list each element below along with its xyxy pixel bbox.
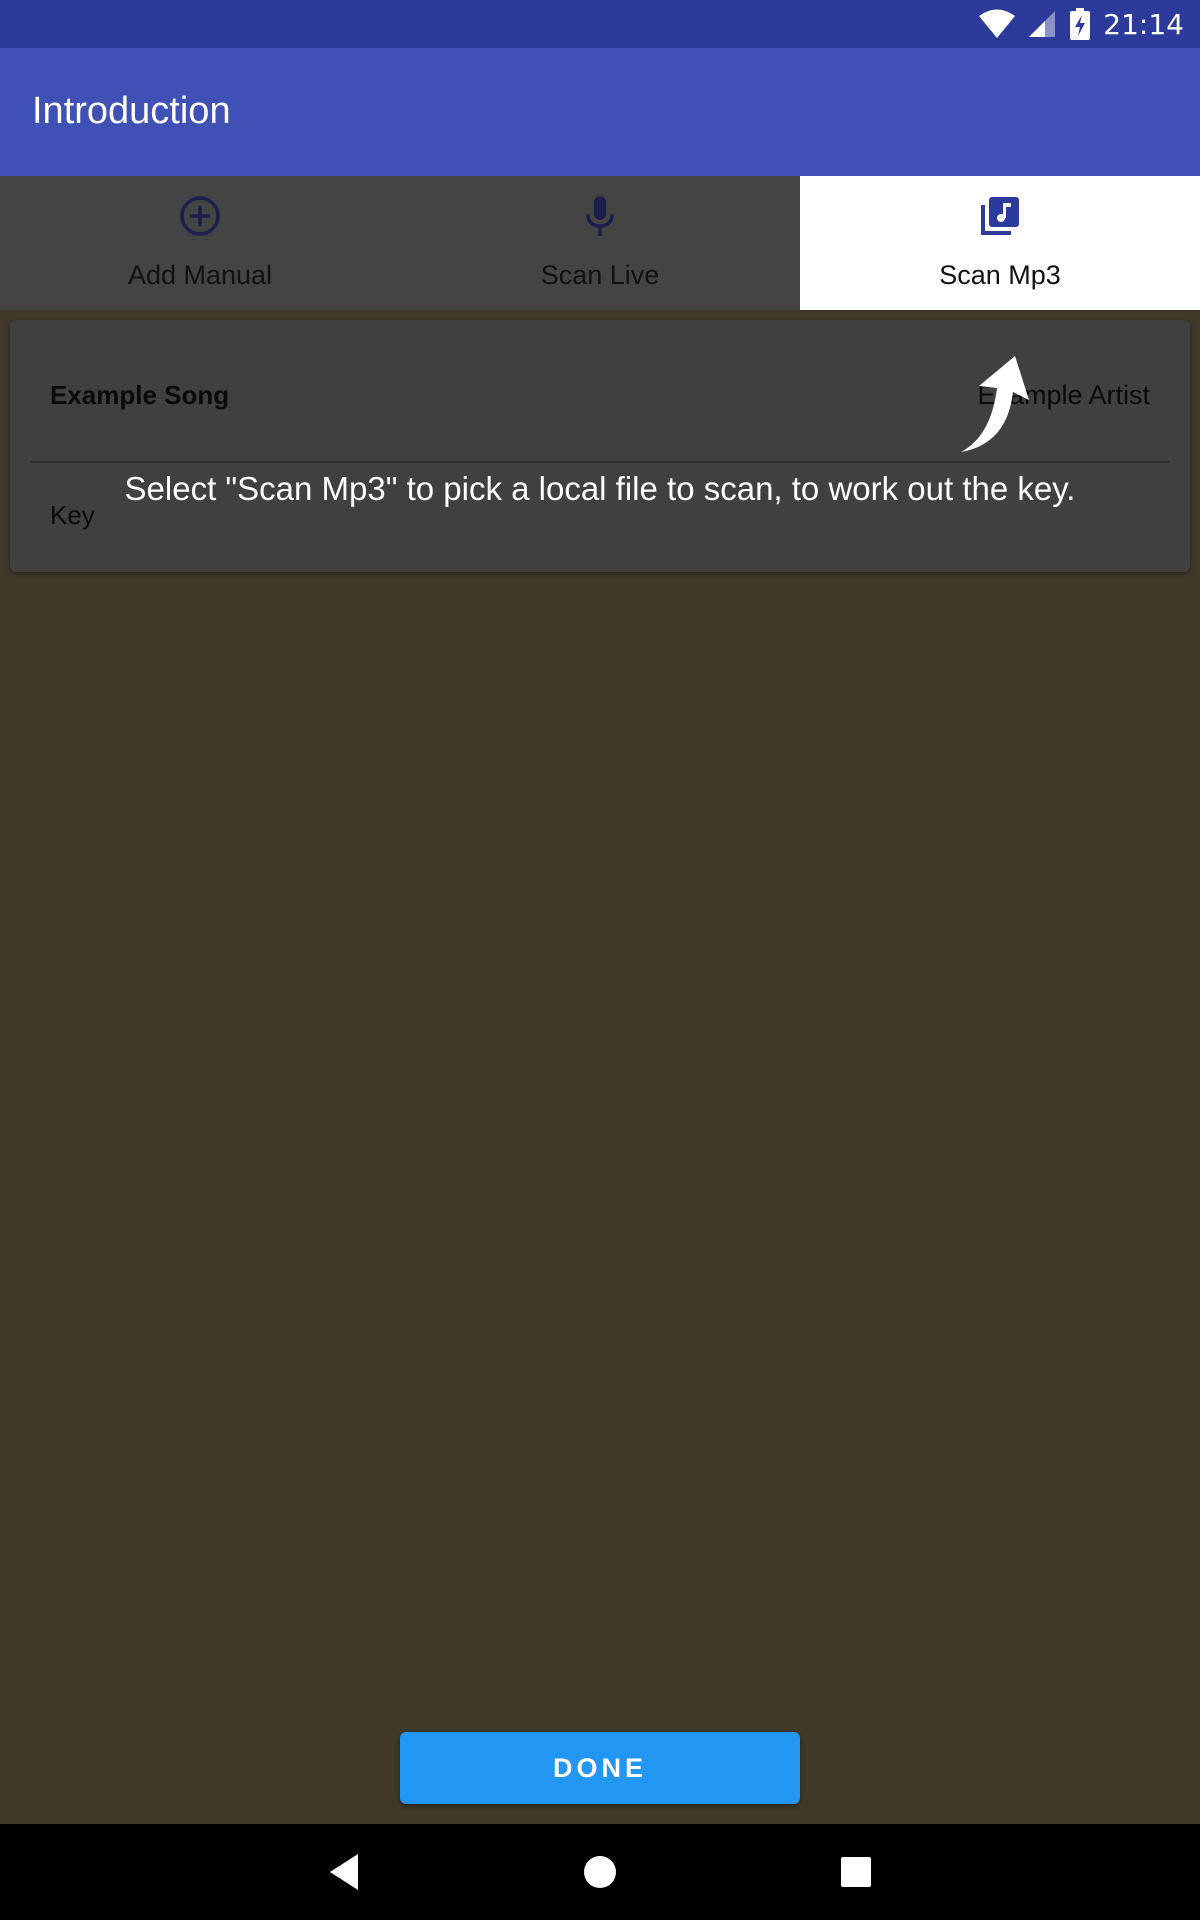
- tab-label: Scan Mp3: [939, 260, 1061, 290]
- status-bar: 21:14: [0, 0, 1200, 48]
- microphone-icon: [586, 196, 614, 236]
- wifi-icon: [979, 9, 1016, 38]
- done-button[interactable]: DONE: [400, 1732, 800, 1804]
- card-divider: [30, 461, 1170, 463]
- app-bar: Introduction: [0, 48, 1200, 176]
- status-icons: 21:14: [979, 0, 1184, 48]
- tutorial-tooltip: Select "Scan Mp3" to pick a local file t…: [124, 470, 1076, 507]
- tab-label: Add Manual: [127, 260, 273, 290]
- tab-bar: Add Manual Scan Live Scan Mp3: [0, 176, 1200, 310]
- tab-add-manual[interactable]: Add Manual: [0, 176, 400, 310]
- tab-scan-mp3[interactable]: Scan Mp3: [800, 176, 1200, 310]
- status-time: 21:14: [1103, 7, 1184, 41]
- back-icon[interactable]: [320, 1848, 368, 1896]
- signal-icon: [1029, 11, 1056, 37]
- song-title: Example Song: [50, 380, 230, 410]
- page-title: Introduction: [32, 90, 231, 132]
- add-circle-icon: [180, 196, 220, 236]
- music-library-icon: [981, 197, 1019, 235]
- recents-icon[interactable]: [832, 1848, 880, 1896]
- navigation-bar: [0, 1824, 1200, 1920]
- pointer-arrow-icon: [961, 356, 1029, 452]
- home-icon[interactable]: [576, 1848, 624, 1896]
- battery-charging-icon: [1070, 8, 1091, 40]
- tab-label: Scan Live: [540, 260, 660, 290]
- tab-scan-live[interactable]: Scan Live: [400, 176, 800, 310]
